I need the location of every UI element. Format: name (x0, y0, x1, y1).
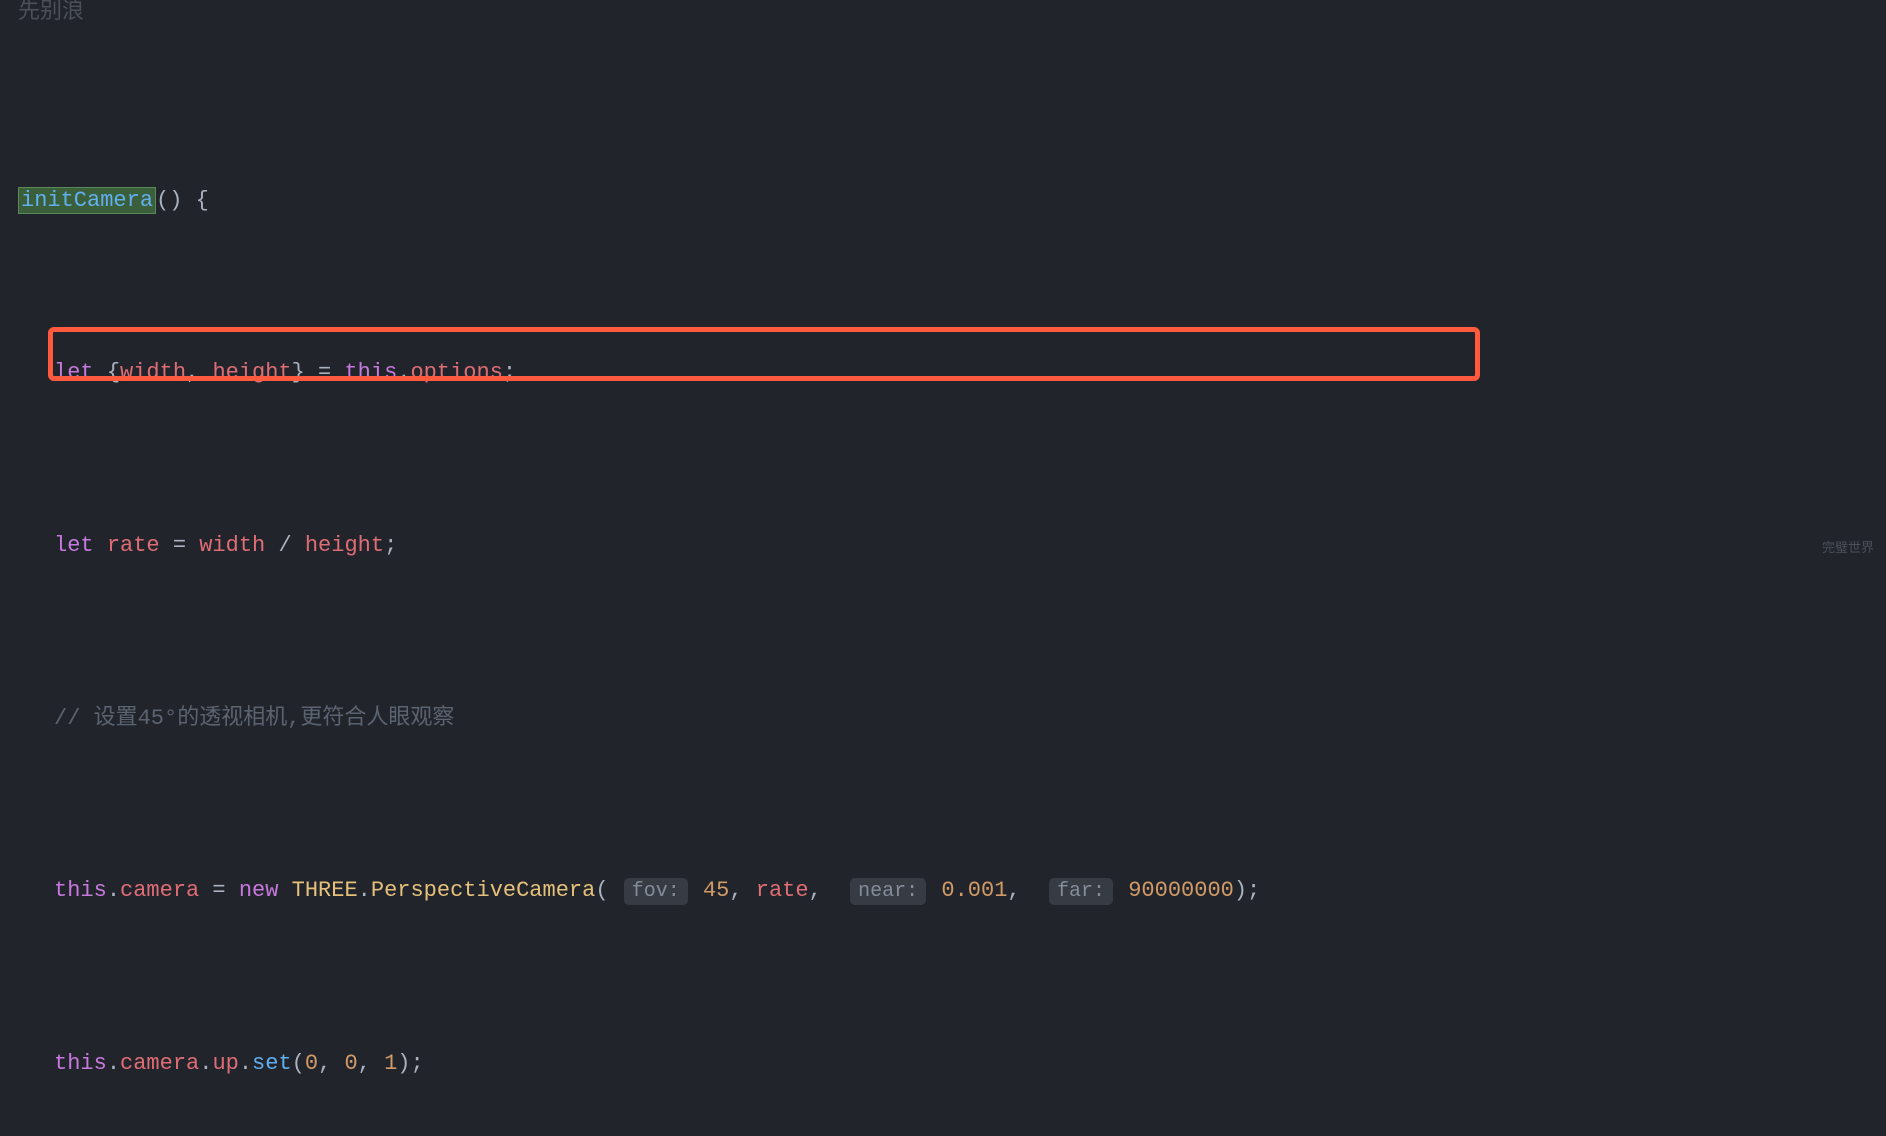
comment-persp: // 设置45°的透视相机,更符合人眼观察 (54, 706, 454, 731)
method-name-highlight: initCamera (18, 187, 156, 214)
code-editor[interactable]: 先别浪 initCamera() { let {width, height} =… (0, 8, 1886, 1136)
hint-far: far: (1049, 878, 1113, 905)
code-line-2[interactable]: let {width, height} = this.options; (18, 352, 1886, 396)
watermark: 完璧世界 (1822, 535, 1874, 560)
code-line-3[interactable]: let rate = width / height; (18, 525, 1886, 569)
faded-prev-line: 先别浪 (18, 0, 84, 35)
code-line-4[interactable]: // 设置45°的透视相机,更符合人眼观察 (18, 698, 1886, 742)
code-line-1[interactable]: initCamera() { (18, 180, 1886, 224)
hint-near: near: (850, 878, 926, 905)
hint-fov: fov: (624, 878, 688, 905)
code-line-5[interactable]: this.camera = new THREE.PerspectiveCamer… (18, 870, 1886, 914)
code-line-6[interactable]: this.camera.up.set(0, 0, 1); (18, 1043, 1886, 1087)
